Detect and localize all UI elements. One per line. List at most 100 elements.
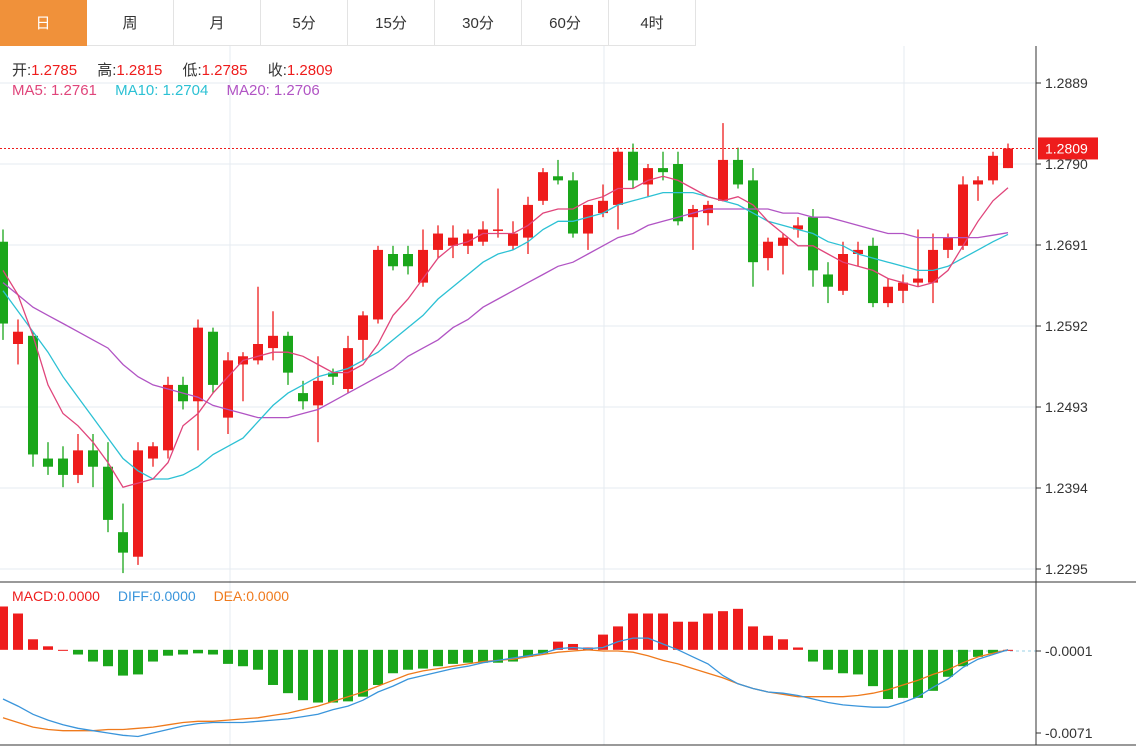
- dea-value: 0.0000: [246, 588, 290, 604]
- candle-27: [403, 245, 413, 275]
- candle-body-59: [883, 286, 893, 304]
- candle-49: [733, 147, 743, 189]
- chart-area: 1.28891.27901.26911.25921.24931.23941.22…: [0, 46, 1136, 746]
- macd-bar-1: [13, 613, 23, 650]
- candle-45: [673, 151, 683, 226]
- macd-bar-0: [0, 606, 8, 650]
- macd-bar-7: [103, 649, 113, 667]
- candle-48: [718, 123, 728, 201]
- candle-body-42: [628, 151, 638, 181]
- candle-7: [103, 442, 113, 533]
- candle-body-51: [763, 241, 773, 259]
- high-value: 1.2815: [116, 62, 163, 79]
- low-value: 1.2785: [201, 62, 248, 79]
- candle-body-61: [913, 278, 923, 283]
- macd-bars-layer: [0, 606, 1013, 703]
- price-tick-label-0: 1.2889: [1045, 75, 1088, 91]
- open-label: 开:: [12, 62, 32, 79]
- macd-bar-45: [673, 621, 683, 650]
- macd-bar-28: [418, 649, 428, 669]
- macd-bar-26: [388, 649, 398, 674]
- price-tick-label-2: 1.2691: [1045, 237, 1088, 253]
- macd-label: MACD:: [12, 588, 58, 604]
- candle-62: [928, 233, 938, 304]
- macd-bar-21: [313, 649, 323, 703]
- macd-bar-31: [463, 649, 473, 663]
- macd-bar-2: [28, 639, 38, 650]
- ma20-value: 1.2706: [273, 82, 320, 99]
- macd-bar-51: [763, 635, 773, 650]
- macd-bar-47: [703, 613, 713, 650]
- candle-36: [538, 168, 548, 205]
- candle-67: [1003, 143, 1013, 169]
- candle-9: [133, 442, 143, 565]
- candle-30: [448, 225, 458, 259]
- close-value: 1.2809: [286, 62, 333, 79]
- ma10-value: 1.2704: [162, 82, 209, 99]
- macd-bar-19: [283, 649, 293, 694]
- candle-body-7: [103, 466, 113, 520]
- macd-bar-24: [358, 649, 368, 697]
- candle-body-36: [538, 172, 548, 201]
- macd-bar-9: [133, 649, 143, 675]
- candle-24: [358, 311, 368, 361]
- grid-layer: [0, 46, 1036, 745]
- candle-body-64: [958, 184, 968, 246]
- candle-53: [793, 217, 803, 238]
- candle-13: [193, 319, 203, 451]
- dea-label: DEA:: [213, 588, 247, 604]
- candle-body-41: [613, 151, 623, 205]
- candle-4: [58, 446, 68, 488]
- macd-bar-20: [298, 649, 308, 701]
- macd-bar-53: [793, 647, 803, 650]
- candle-body-11: [163, 384, 173, 451]
- candle-body-13: [193, 327, 203, 402]
- candles-layer: [0, 123, 1013, 574]
- macd-bar-23: [343, 649, 353, 702]
- macd-bar-41: [613, 626, 623, 650]
- candle-3: [43, 442, 53, 475]
- candle-body-67: [1003, 148, 1013, 169]
- price-tick-label-5: 1.2394: [1045, 480, 1088, 496]
- candle-body-10: [148, 446, 158, 459]
- price-tick-label-3: 1.2592: [1045, 318, 1088, 334]
- candle-body-8: [118, 532, 128, 553]
- candle-body-6: [88, 450, 98, 467]
- candle-body-58: [868, 245, 878, 304]
- candle-body-54: [808, 217, 818, 271]
- macd-bar-6: [88, 649, 98, 662]
- candle-body-49: [733, 159, 743, 185]
- macd-bar-43: [643, 613, 653, 650]
- candle-60: [898, 274, 908, 304]
- last-price-label: 1.2809: [1045, 140, 1088, 156]
- candle-42: [628, 143, 638, 189]
- candle-66: [988, 151, 998, 185]
- candle-56: [838, 241, 848, 295]
- candle-body-3: [43, 458, 53, 467]
- candle-body-65: [973, 180, 983, 185]
- macd-bar-54: [808, 649, 818, 662]
- candle-body-25: [373, 249, 383, 320]
- macd-bar-3: [43, 646, 53, 650]
- macd-bar-58: [868, 649, 878, 687]
- candle-body-52: [778, 237, 788, 246]
- ma-legend: MA5: 1.2761 MA10: 1.2704 MA20: 1.2706: [12, 82, 320, 99]
- candle-body-44: [658, 168, 668, 173]
- price-tick-label-6: 1.2295: [1045, 561, 1088, 577]
- candle-body-29: [433, 233, 443, 250]
- candle-40: [598, 184, 608, 218]
- candle-38: [568, 172, 578, 238]
- macd-bar-57: [853, 649, 863, 675]
- candle-body-62: [928, 249, 938, 283]
- candle-25: [373, 245, 383, 324]
- candle-body-9: [133, 450, 143, 557]
- candle-52: [778, 233, 788, 275]
- macd-bar-61: [913, 649, 923, 698]
- candle-body-19: [283, 335, 293, 373]
- candle-body-26: [388, 254, 398, 267]
- high-label: 高:: [97, 62, 117, 79]
- ma20-label: MA20:: [226, 82, 270, 99]
- macd-bar-16: [238, 649, 248, 667]
- candle-body-21: [313, 380, 323, 406]
- candle-body-14: [208, 331, 218, 385]
